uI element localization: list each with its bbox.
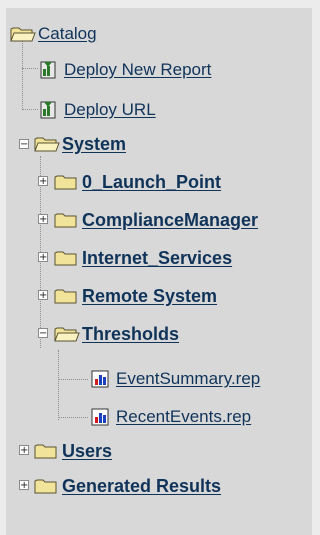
tree-node-label[interactable]: Thresholds	[82, 324, 179, 345]
tree-node-label[interactable]: Generated Results	[62, 476, 221, 497]
tree-node-label[interactable]: Catalog	[38, 24, 97, 44]
tree-node-launch-point[interactable]: 0_Launch_Point	[54, 168, 221, 196]
tree-node-deploy-url[interactable]: Deploy URL	[38, 96, 156, 124]
report-chart-icon	[90, 369, 110, 389]
open-folder-icon	[34, 135, 60, 153]
tree-node-label[interactable]: ComplianceManager	[82, 210, 258, 231]
folder-icon	[54, 249, 78, 267]
expand-toggle[interactable]: +	[38, 252, 48, 263]
tree-node-remote-system[interactable]: Remote System	[54, 282, 217, 310]
tree-node-users[interactable]: Users	[34, 437, 112, 465]
expand-toggle[interactable]: +	[38, 176, 48, 187]
tree-node-thresholds[interactable]: Thresholds	[54, 320, 179, 348]
tree-connector	[58, 350, 59, 420]
report-chart-icon	[90, 407, 110, 427]
tree-node-label[interactable]: Remote System	[82, 286, 217, 307]
tree-node-system[interactable]: System	[34, 130, 126, 158]
tree-node-generated-results[interactable]: Generated Results	[34, 472, 221, 500]
folder-icon	[34, 442, 58, 460]
deploy-icon	[38, 100, 58, 120]
tree-connector	[22, 68, 38, 69]
folder-icon	[54, 287, 78, 305]
expand-toggle[interactable]: +	[19, 480, 29, 491]
tree-connector	[22, 109, 38, 110]
deploy-icon	[38, 60, 58, 80]
expand-toggle[interactable]: +	[38, 214, 48, 225]
tree-node-compliance-manager[interactable]: ComplianceManager	[54, 206, 258, 234]
tree-connector	[58, 379, 88, 380]
expand-toggle[interactable]: +	[19, 445, 29, 456]
tree-node-label[interactable]: System	[62, 134, 126, 155]
catalog-tree-panel: Catalog Deploy New Report Deploy URL − S…	[6, 8, 312, 535]
tree-node-label[interactable]: Internet_Services	[82, 248, 232, 269]
open-folder-icon	[10, 25, 36, 43]
tree-node-label[interactable]: Deploy New Report	[64, 60, 211, 80]
folder-icon	[34, 477, 58, 495]
folder-icon	[54, 211, 78, 229]
tree-connector	[58, 417, 88, 418]
expand-toggle[interactable]: +	[38, 290, 48, 301]
tree-node-internet-services[interactable]: Internet_Services	[54, 244, 232, 272]
tree-node-label[interactable]: 0_Launch_Point	[82, 172, 221, 193]
tree-node-event-summary-report[interactable]: EventSummary.rep	[90, 365, 260, 393]
tree-node-label[interactable]: Deploy URL	[64, 100, 156, 120]
tree-node-label[interactable]: RecentEvents.rep	[116, 407, 251, 427]
tree-node-recent-events-report[interactable]: RecentEvents.rep	[90, 403, 251, 431]
collapse-toggle[interactable]: −	[19, 139, 29, 150]
tree-node-deploy-new-report[interactable]: Deploy New Report	[38, 56, 211, 84]
tree-node-catalog[interactable]: Catalog	[10, 20, 97, 48]
tree-node-label[interactable]: EventSummary.rep	[116, 369, 260, 389]
folder-icon	[54, 173, 78, 191]
open-folder-icon	[54, 325, 80, 343]
tree-node-label[interactable]: Users	[62, 441, 112, 462]
collapse-toggle[interactable]: −	[38, 328, 48, 339]
